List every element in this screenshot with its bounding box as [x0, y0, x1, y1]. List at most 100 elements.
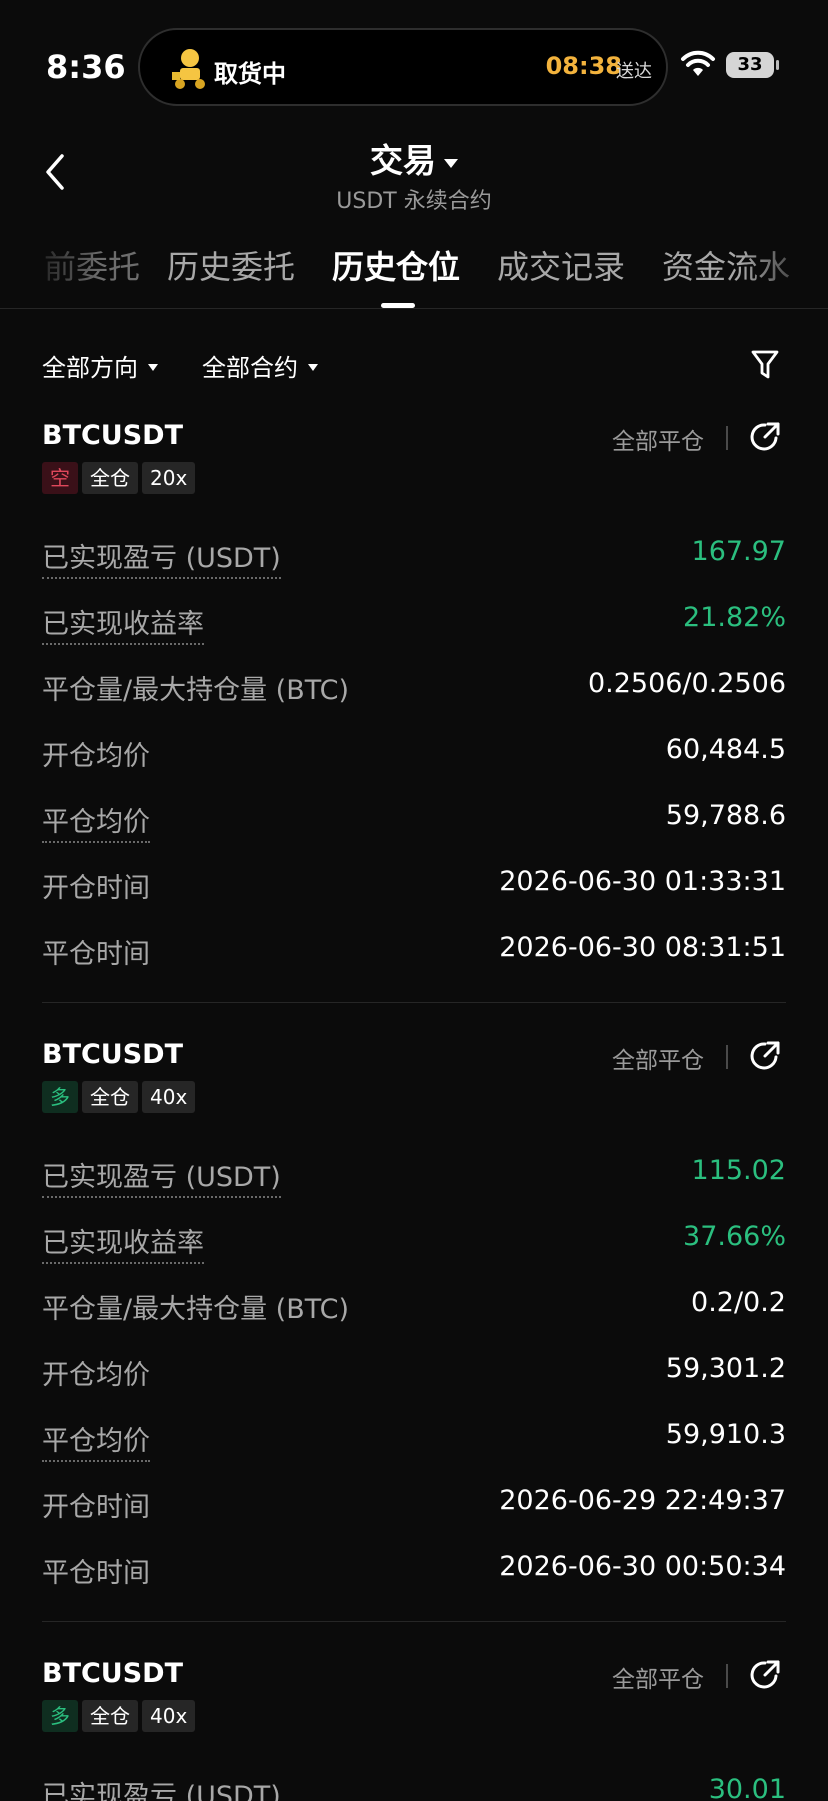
open-time-row: 开仓时间 2026-06-30 01:33:31 [42, 866, 786, 906]
tab-position-history[interactable]: 历史仓位 [332, 242, 460, 288]
realized-roi-value: 37.66% [683, 1221, 786, 1252]
realized-roi-row: 已实现收益率 21.82% [42, 602, 786, 645]
contract-filter-label: 全部合约 [202, 354, 298, 382]
closed-size-value: 0.2506/0.2506 [587, 668, 786, 699]
realized-pnl-label[interactable]: 已实现盈亏 (USDT) [42, 1155, 281, 1198]
entry-price-label: 开仓均价 [42, 1360, 150, 1391]
side-badge: 多 [42, 1700, 78, 1732]
battery-tip [776, 60, 779, 70]
close-price-label[interactable]: 平仓均价 [42, 1419, 150, 1462]
delivery-rider-icon [172, 49, 205, 89]
realized-pnl-row: 已实现盈亏 (USDT) 30.01 [42, 1774, 786, 1801]
close-price-row: 平仓均价 59,788.6 [42, 800, 786, 843]
contract-filter[interactable]: 全部合约 [202, 348, 318, 383]
status-time: 8:36 [46, 48, 126, 86]
close-time-value: 2026-06-30 08:31:51 [499, 932, 786, 963]
realized-pnl-row: 已实现盈亏 (USDT) 115.02 [42, 1155, 786, 1198]
tab-trade-history[interactable]: 成交记录 [497, 242, 625, 288]
open-time-row: 开仓时间 2026-06-29 22:49:37 [42, 1485, 786, 1525]
position-tags: 多全仓 40x [42, 1081, 199, 1115]
leverage-badge: 40x [142, 1081, 196, 1113]
live-activity-eta-suffix: 送达 [616, 61, 652, 82]
entry-price-label: 开仓均价 [42, 741, 150, 772]
page-title-selector[interactable]: 交易 [0, 134, 828, 182]
close-all-button[interactable]: 全部平仓 [612, 422, 704, 456]
close-time-row: 平仓时间 2026-06-30 08:31:51 [42, 932, 786, 972]
position-symbol: BTCUSDT [42, 1658, 184, 1689]
entry-price-value: 60,484.5 [665, 734, 786, 765]
page-subtitle: USDT 永续合约 [336, 189, 492, 214]
close-time-row: 平仓时间 2026-06-30 00:50:34 [42, 1551, 786, 1591]
caret-down-icon [308, 363, 318, 371]
close-price-row: 平仓均价 59,910.3 [42, 1419, 786, 1462]
tab-bar: 前委托 历史委托 历史仓位 成交记录 资金流水 [0, 236, 828, 306]
page: 8:36 取货中 08:38 送达 33 交易 USDT 永续合约 历史委托 历… [0, 0, 828, 1801]
open-time-label: 开仓时间 [42, 873, 150, 904]
close-time-label: 平仓时间 [42, 939, 150, 970]
close-price-label[interactable]: 平仓均价 [42, 800, 150, 843]
margin-mode-badge: 全仓 [82, 1081, 138, 1113]
tab-fade-left [0, 236, 100, 306]
filter-funnel-icon[interactable] [750, 348, 780, 382]
close-all-button[interactable]: 全部平仓 [612, 1660, 704, 1694]
share-icon[interactable] [748, 1658, 782, 1692]
status-bar: 8:36 取货中 08:38 送达 33 [0, 0, 828, 110]
caret-down-icon [444, 159, 458, 168]
position-tags: 多全仓 40x [42, 1700, 199, 1734]
realized-pnl-value: 115.02 [691, 1155, 786, 1186]
open-time-value: 2026-06-29 22:49:37 [499, 1485, 786, 1516]
direction-filter-label: 全部方向 [42, 354, 138, 382]
action-separator [726, 1664, 728, 1688]
close-price-value: 59,788.6 [665, 800, 786, 831]
realized-pnl-value: 30.01 [708, 1774, 786, 1801]
realized-roi-label[interactable]: 已实现收益率 [42, 602, 204, 645]
action-separator [726, 1045, 728, 1069]
close-all-button[interactable]: 全部平仓 [612, 1041, 704, 1075]
card-divider [42, 1002, 786, 1003]
side-badge: 空 [42, 462, 78, 494]
tab-order-history[interactable]: 历史委托 [167, 242, 295, 288]
position-symbol: BTCUSDT [42, 1039, 184, 1070]
entry-price-value: 59,301.2 [665, 1353, 786, 1384]
dynamic-island-live-activity[interactable]: 取货中 08:38 送达 [138, 28, 668, 106]
close-time-value: 2026-06-30 00:50:34 [499, 1551, 786, 1582]
caret-down-icon [148, 363, 158, 371]
side-badge: 多 [42, 1081, 78, 1113]
live-activity-status: 取货中 [214, 60, 286, 88]
direction-filter[interactable]: 全部方向 [42, 348, 158, 383]
realized-pnl-value: 167.97 [691, 536, 786, 567]
closed-size-label: 平仓量/最大持仓量 (BTC) [42, 1294, 350, 1325]
realized-roi-row: 已实现收益率 37.66% [42, 1221, 786, 1264]
realized-roi-label[interactable]: 已实现收益率 [42, 1221, 204, 1264]
position-tags: 空全仓 20x [42, 462, 199, 496]
share-icon[interactable] [748, 1039, 782, 1073]
closed-size-row: 平仓量/最大持仓量 (BTC) 0.2/0.2 [42, 1287, 786, 1327]
battery-indicator: 33 [726, 52, 774, 78]
closed-size-row: 平仓量/最大持仓量 (BTC) 0.2506/0.2506 [42, 668, 786, 708]
close-price-value: 59,910.3 [665, 1419, 786, 1450]
realized-pnl-row: 已实现盈亏 (USDT) 167.97 [42, 536, 786, 579]
tab-fade-right [740, 236, 828, 306]
leverage-badge: 20x [142, 462, 196, 494]
entry-price-row: 开仓均价 59,301.2 [42, 1353, 786, 1393]
position-symbol: BTCUSDT [42, 420, 184, 451]
closed-size-label: 平仓量/最大持仓量 (BTC) [42, 675, 350, 706]
page-title: 交易 [370, 141, 436, 180]
leverage-badge: 40x [142, 1700, 196, 1732]
card-divider [42, 1621, 786, 1622]
action-separator [726, 426, 728, 450]
tab-divider [0, 308, 828, 309]
margin-mode-badge: 全仓 [82, 462, 138, 494]
share-icon[interactable] [748, 420, 782, 454]
margin-mode-badge: 全仓 [82, 1700, 138, 1732]
realized-roi-value: 21.82% [683, 602, 786, 633]
live-activity-eta: 08:38 [545, 52, 622, 80]
close-time-label: 平仓时间 [42, 1558, 150, 1589]
open-time-label: 开仓时间 [42, 1492, 150, 1523]
open-time-value: 2026-06-30 01:33:31 [499, 866, 786, 897]
wifi-icon [681, 50, 715, 76]
closed-size-value: 0.2/0.2 [691, 1287, 786, 1318]
entry-price-row: 开仓均价 60,484.5 [42, 734, 786, 774]
realized-pnl-label[interactable]: 已实现盈亏 (USDT) [42, 536, 281, 579]
realized-pnl-label[interactable]: 已实现盈亏 (USDT) [42, 1774, 281, 1801]
